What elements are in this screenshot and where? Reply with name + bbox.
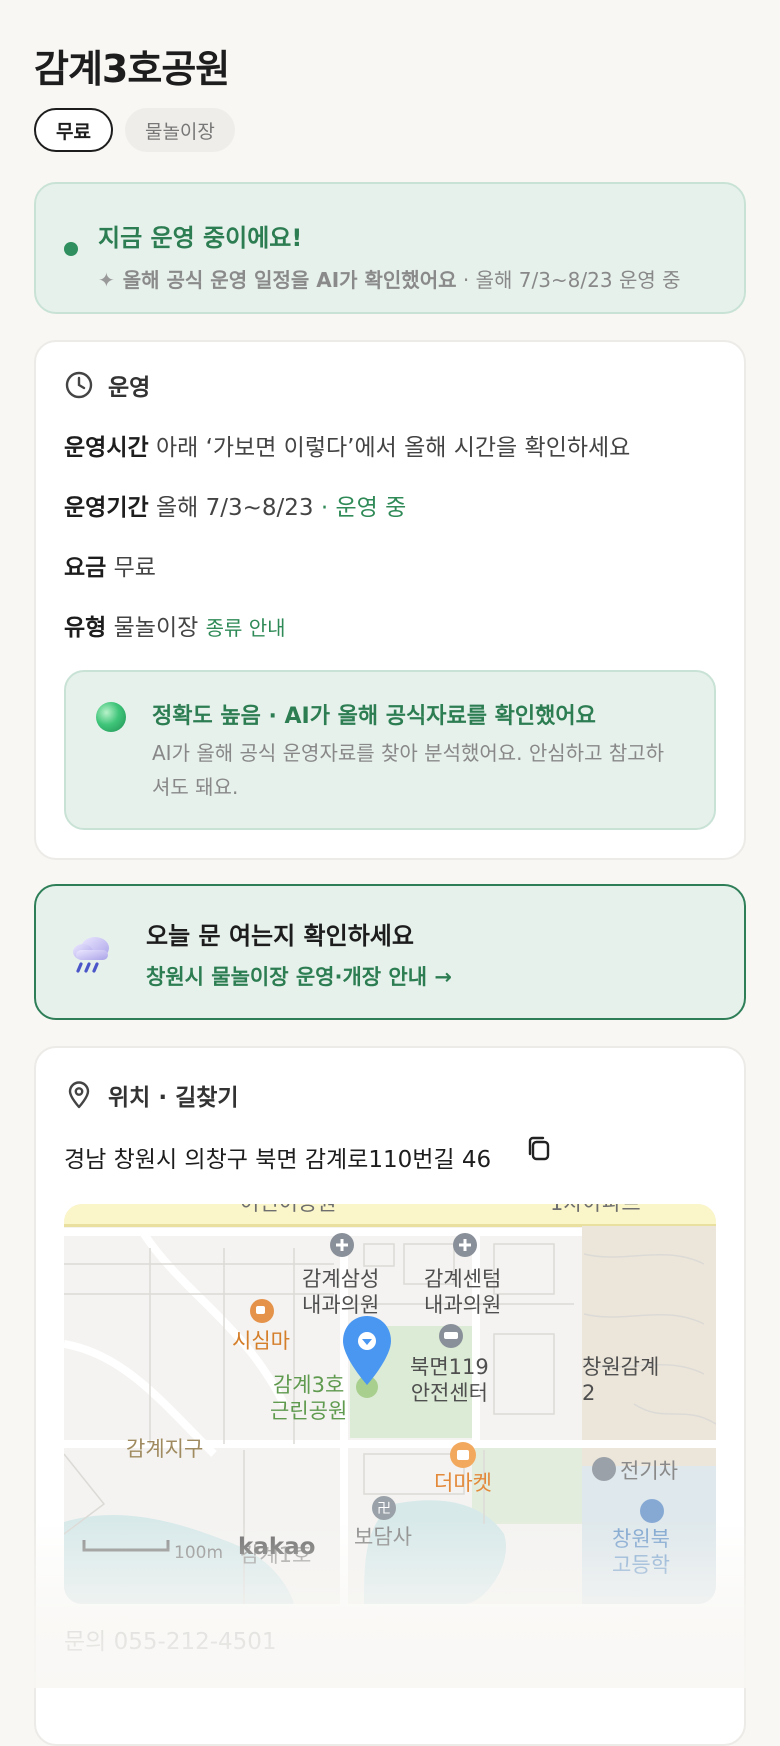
rain-cloud-icon — [73, 937, 109, 973]
map-label-clinic2: 감계센텀 내과의원 — [424, 1267, 502, 1317]
map-scale-label: 100m — [174, 1543, 224, 1563]
copy-address-icon[interactable] — [524, 1134, 554, 1164]
location-section-label: 위치 · 길찾기 — [108, 1085, 239, 1111]
type-guide-link[interactable]: 종류 안내 — [206, 616, 286, 640]
map-label-apartment: 창원감계 2 — [582, 1355, 660, 1405]
tag-list: 무료 물놀이장 — [34, 108, 235, 152]
accuracy-title: 정확도 높음 · AI가 올해 공식자료를 확인했어요 — [152, 704, 596, 729]
address-text: 경남 창원시 의창구 북면 감계로110번길 46 — [64, 1147, 492, 1173]
tag-free[interactable]: 무료 — [34, 108, 113, 152]
map-label-temple: 보담사 — [354, 1525, 412, 1549]
operation-card: 운영 운영시간 아래 ‘가보면 이렇다’에서 올해 시간을 확인하세요 운영기간… — [34, 340, 746, 860]
fee-row: 요금 무료 — [64, 555, 156, 581]
map-label-district: 감계지구 — [126, 1437, 204, 1461]
status-dot — [64, 242, 78, 256]
map-label-top-left: 어린이공원 — [240, 1204, 337, 1216]
map-label-ev-charger: 전기차 — [620, 1459, 678, 1483]
map-label-park: 감계3호 근린공원 — [270, 1373, 348, 1423]
operation-notice-link[interactable]: 창원시 물놀이장 운영·개장 안내 → — [146, 961, 452, 991]
status-headline: 지금 운영 중이에요! — [98, 224, 303, 252]
operation-section-label: 운영 — [108, 375, 151, 401]
map-label-mart: 더마켓 — [434, 1471, 492, 1495]
map-label-clinic1: 감계삼성 내과의원 — [302, 1267, 380, 1317]
accuracy-desc: AI가 올해 공식 운영자료를 찾아 분석했어요. 안심하고 참고하셔도 돼요. — [152, 741, 665, 799]
accuracy-orb-icon — [96, 702, 126, 732]
contact-phone[interactable]: 문의 055-212-4501 — [64, 1622, 277, 1656]
period-row: 운영기간 올해 7/3~8/23 · 운영 중 — [64, 495, 407, 521]
hours-row: 운영시간 아래 ‘가보면 이렇다’에서 올해 시간을 확인하세요 — [64, 435, 631, 461]
sparkle-icon: ✦ — [98, 268, 115, 292]
location-header: 위치 · 길찾기 — [64, 1078, 239, 1112]
type-row: 유형 물놀이장 종류 안내 — [64, 615, 286, 641]
status-card: 지금 운영 중이에요! ✦ 올해 공식 운영 일정을 AI가 확인했어요 · 올해… — [34, 182, 746, 314]
location-pin-icon — [68, 1081, 90, 1109]
today-check-card[interactable]: 오늘 문 여는지 확인하세요 창원시 물놀이장 운영·개장 안내 → — [34, 884, 746, 1020]
today-title: 오늘 문 여는지 확인하세요 — [146, 922, 414, 950]
map-label-top-right: 1차아파트 — [550, 1204, 641, 1216]
clock-icon — [65, 371, 93, 399]
map-label-school: 창원북 고등학 — [612, 1527, 670, 1577]
kakao-logo: kakao — [238, 1534, 316, 1560]
map-label-cafe: 시심마 — [232, 1329, 290, 1353]
svg-text:卍: 卍 — [377, 1501, 391, 1517]
accuracy-box: 정확도 높음 · AI가 올해 공식자료를 확인했어요 AI가 올해 공식 운영… — [64, 670, 716, 830]
page-title: 감계3호공원 — [34, 47, 230, 91]
map-label-fire-station: 북면119 안전센터 — [410, 1355, 489, 1405]
status-note: ✦ 올해 공식 운영 일정을 AI가 확인했어요 · 올해 7/3~8/23 운영… — [98, 268, 681, 292]
tag-waterpark[interactable]: 물놀이장 — [124, 108, 235, 152]
location-map[interactable]: 卍 감계삼성 내과의원 감계센텀 내과의원 시심마 감계3호 근린공원 북면11… — [64, 1204, 716, 1604]
operation-header: 운영 — [64, 368, 150, 402]
